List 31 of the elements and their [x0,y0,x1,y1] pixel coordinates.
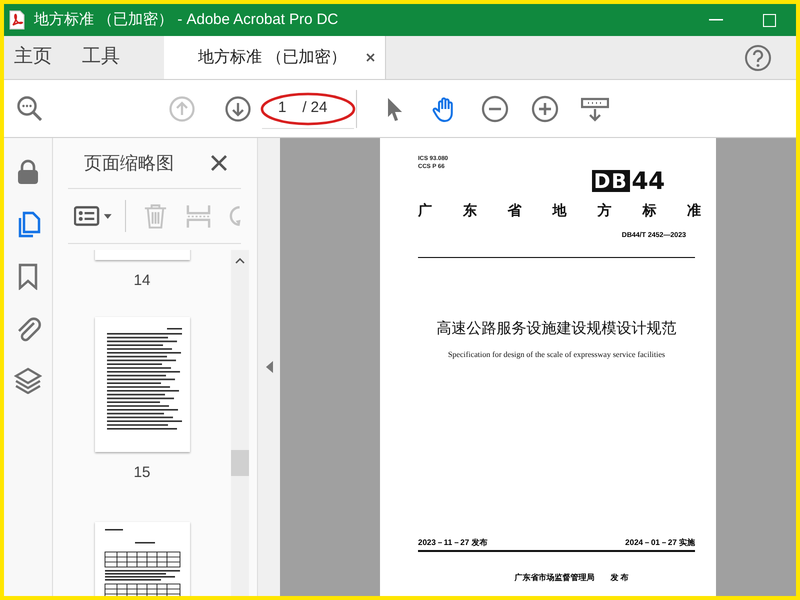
scrollbar-thumb[interactable] [231,450,249,476]
zoom-in-icon[interactable] [531,94,559,122]
tab[interactable]: 主页 [4,36,62,79]
publisher: 广东省市场监督管理局 发 布 [514,572,630,584]
effective-date: 2024－01－27 实施 [625,537,695,549]
document-title: 高速公路服务设施建设规模设计规范 [436,319,678,338]
tab[interactable]: 工具 [62,36,130,79]
window-title: 地方标准 （已加密） - Adobe Acrobat Pro DC [34,10,338,30]
page-number-label: 14 [134,271,150,291]
page-number-label: 15 [134,462,150,482]
issue-date: 2023－11－27 发布 [418,537,488,549]
db-logo-number: 44 [632,169,665,193]
page-number-field[interactable]: 1 [278,96,286,120]
page-thumbnail[interactable] [94,316,190,452]
standard-category: 广 东 省 地 方 标 准 [418,202,702,221]
help-icon[interactable] [744,44,772,72]
page-count: / 24 [302,98,328,118]
layers-icon[interactable] [14,366,42,394]
tab[interactable]: 地方标准 （已加密） [164,36,386,79]
zoom-out-icon[interactable] [481,94,509,122]
collapse-arrow-icon[interactable] [266,361,272,373]
maximize-icon[interactable] [763,14,776,26]
close-tab-icon[interactable] [366,53,376,62]
close-icon[interactable] [211,155,227,171]
document-subtitle: Specification for design of the scale of expressway service facilities [446,349,666,361]
panel-title: 页面缩略图 [84,152,174,174]
db-logo-mark: DB [592,170,630,192]
pdf-file-icon [8,10,26,30]
scroll-up-icon[interactable] [235,258,245,264]
minimize-icon[interactable] [709,19,723,21]
search-icon[interactable] [16,94,44,122]
